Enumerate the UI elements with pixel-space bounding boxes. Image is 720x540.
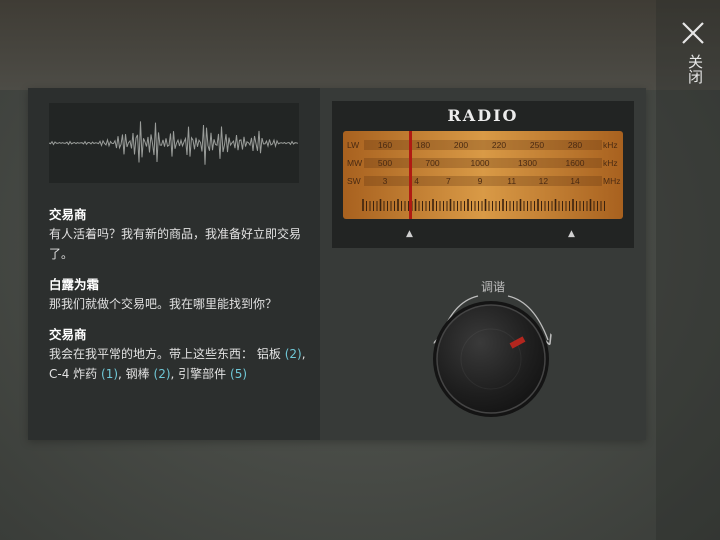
band-tick-label: 160 xyxy=(378,140,392,150)
dialogue-log: 交易商 有人活着吗？我有新的商品，我准备好立即交易了。 白露为霜 那我们就做个交… xyxy=(49,206,311,396)
band-tick-label: 250 xyxy=(530,140,544,150)
item-name: 钢棒 xyxy=(125,367,150,381)
band-tick-label: 4 xyxy=(414,176,419,186)
band-tick-label: 200 xyxy=(454,140,468,150)
close-label[interactable]: 关闭 xyxy=(683,54,704,84)
dial-needle[interactable] xyxy=(409,131,412,219)
waveform-icon xyxy=(48,121,299,165)
close-button[interactable] xyxy=(678,18,708,48)
radio-unit: RADIO LW 160 180 200 220 250 280 kHz MW 500 700 100… xyxy=(332,101,634,248)
item-quantity: (1) xyxy=(101,367,119,381)
band-name: LW xyxy=(347,140,359,150)
item-name: 引擎部件 xyxy=(178,367,227,381)
dial-marker-icon: ▲ xyxy=(568,229,575,239)
dialogue-message: 白露为霜 那我们就做个交易吧。我在哪里能找到你？ xyxy=(49,276,311,314)
band-tick-label: 11 xyxy=(507,176,516,186)
band-name: SW xyxy=(347,176,361,186)
band-tick-label: 3 xyxy=(383,176,388,186)
transmission-panel: 交易商 有人活着吗？我有新的商品，我准备好立即交易了。 白露为霜 那我们就做个交… xyxy=(28,88,320,440)
band-tick-label: 9 xyxy=(478,176,483,186)
item-name: C-4 炸药 xyxy=(49,367,98,381)
close-icon xyxy=(682,22,704,44)
band-unit: kHz xyxy=(603,158,618,168)
band-strip xyxy=(364,140,602,150)
band-tick-label: 7 xyxy=(446,176,451,186)
frequency-dial[interactable]: LW 160 180 200 220 250 280 kHzMW 500 700 1000 1300 1… xyxy=(343,131,623,219)
radio-title: RADIO xyxy=(447,106,519,125)
item-quantity: (2) xyxy=(284,347,302,361)
item-name: 铝板 xyxy=(256,347,281,361)
signal-waveform xyxy=(48,103,299,183)
message-text: 我会在我平常的地方。带上这些东西： 铝板 (2), C-4 炸药 (1), 钢棒… xyxy=(49,347,306,381)
tuning-knob[interactable] xyxy=(400,284,586,424)
speaker-name: 白露为霜 xyxy=(49,277,100,292)
message-text: 那我们就做个交易吧。我在哪里能找到你？ xyxy=(49,297,278,311)
band-strip xyxy=(364,176,602,186)
band-tick-label: 180 xyxy=(416,140,430,150)
knob-face xyxy=(436,304,546,414)
band-name: MW xyxy=(347,158,362,168)
band-tick-label: 1600 xyxy=(566,158,585,168)
speaker-name: 交易商 xyxy=(49,207,87,222)
item-quantity: (5) xyxy=(230,367,248,381)
backdrop xyxy=(0,0,720,90)
radio-panel: 交易商 有人活着吗？我有新的商品，我准备好立即交易了。 白露为霜 那我们就做个交… xyxy=(28,88,646,440)
band-tick-label: 220 xyxy=(492,140,506,150)
dialogue-message: 交易商 我会在我平常的地方。带上这些东西： 铝板 (2), C-4 炸药 (1)… xyxy=(49,326,311,384)
message-text: 有人活着吗？我有新的商品，我准备好立即交易了。 xyxy=(49,227,302,261)
item-quantity: (2) xyxy=(153,367,171,381)
speaker-name: 交易商 xyxy=(49,327,87,342)
dial-marker-icon: ▲ xyxy=(406,229,413,239)
band-unit: kHz xyxy=(603,140,618,150)
band-tick-label: 700 xyxy=(425,158,439,168)
band-tick-label: 14 xyxy=(570,176,580,186)
band-unit: MHz xyxy=(603,176,620,186)
message-prefix: 我会在我平常的地方。带上这些东西： xyxy=(49,347,254,361)
band-tick-label: 1300 xyxy=(518,158,537,168)
dialogue-message: 交易商 有人活着吗？我有新的商品，我准备好立即交易了。 xyxy=(49,206,311,264)
band-tick-label: 280 xyxy=(568,140,582,150)
band-tick-label: 12 xyxy=(539,176,549,186)
band-tick-label: 500 xyxy=(378,158,392,168)
band-tick-label: 1000 xyxy=(471,158,490,168)
